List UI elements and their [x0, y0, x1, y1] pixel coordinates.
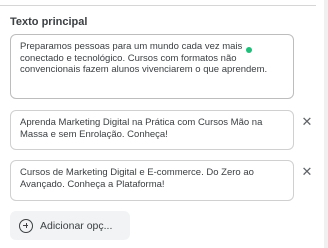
section-title: Texto principal	[10, 16, 88, 28]
plus-circle-icon	[19, 218, 33, 233]
primary-text-field-1[interactable]: Preparamos pessoas para um mundo cada ve…	[10, 34, 294, 99]
add-option-button[interactable]: Adicionar opç...	[10, 211, 130, 240]
scrollbar-track[interactable]	[324, 0, 328, 248]
top-divider	[0, 5, 316, 6]
remove-option-2-close-icon[interactable]: ✕	[300, 115, 314, 129]
primary-text-field-3[interactable]: Cursos de Marketing Digital e E-commerce…	[10, 160, 294, 201]
add-option-label: Adicionar opç...	[40, 219, 113, 232]
text-options-panel: Texto principal Preparamos pessoas para …	[0, 0, 328, 248]
grammar-status-dot-icon	[246, 47, 252, 53]
remove-option-3-close-icon[interactable]: ✕	[300, 165, 314, 179]
primary-text-field-2[interactable]: Aprenda Marketing Digital na Prática com…	[10, 110, 294, 150]
